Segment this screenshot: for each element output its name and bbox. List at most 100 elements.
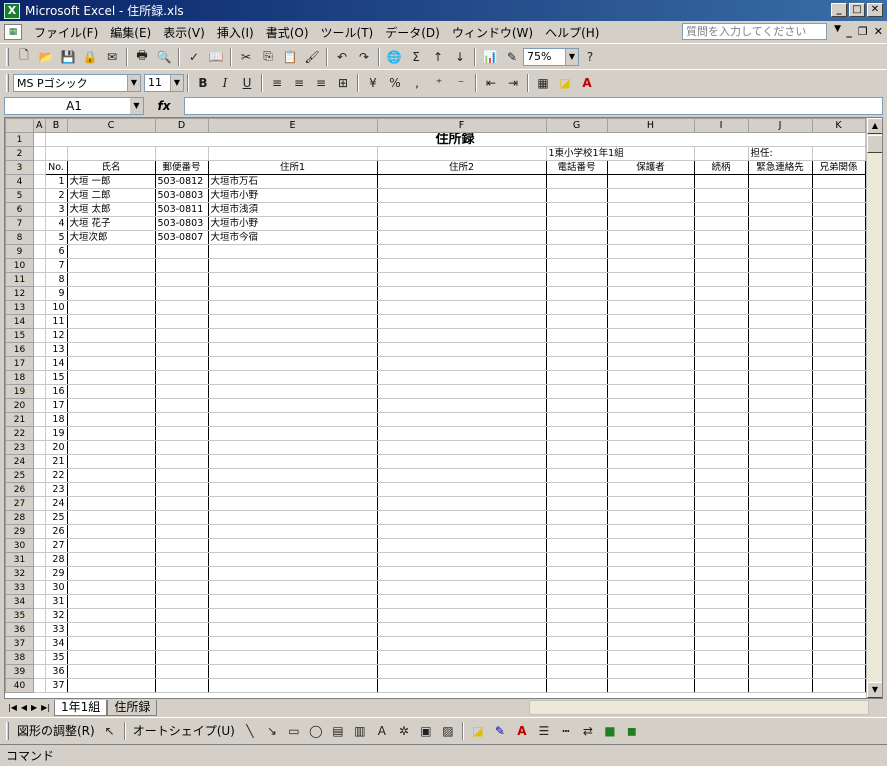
cell[interactable]	[811, 370, 866, 385]
row-number[interactable]: 9	[44, 286, 68, 301]
scroll-up-icon[interactable]: ▲	[867, 118, 882, 134]
cell[interactable]	[66, 328, 156, 343]
cell[interactable]	[606, 300, 695, 315]
address-1[interactable]: 大垣市万石	[207, 174, 378, 189]
cell[interactable]	[154, 468, 209, 483]
menu-data[interactable]: データ(D)	[379, 24, 446, 41]
cell[interactable]	[693, 174, 749, 189]
cell[interactable]	[545, 174, 608, 189]
cell[interactable]	[606, 524, 695, 539]
cell[interactable]	[545, 510, 608, 525]
close-button[interactable]: ✕	[867, 3, 883, 17]
row-number[interactable]: 20	[44, 440, 68, 455]
autosum-icon[interactable]: Σ	[405, 47, 427, 67]
cell[interactable]	[376, 384, 547, 399]
italic-icon[interactable]: I	[214, 73, 236, 93]
cell[interactable]	[376, 412, 547, 427]
cell[interactable]	[154, 650, 209, 665]
prev-sheet-icon[interactable]: ◀	[21, 703, 27, 712]
cell[interactable]	[606, 412, 695, 427]
menu-edit[interactable]: 編集(E)	[104, 24, 157, 41]
row-number[interactable]: 36	[44, 664, 68, 679]
cell[interactable]	[376, 244, 547, 259]
cell[interactable]	[545, 314, 608, 329]
cell[interactable]	[747, 202, 813, 217]
cut-icon[interactable]: ✂	[235, 47, 257, 67]
comma-icon[interactable]: ,	[406, 73, 428, 93]
cell[interactable]	[207, 300, 378, 315]
cell[interactable]	[747, 328, 813, 343]
cell[interactable]	[154, 636, 209, 651]
cell[interactable]	[154, 314, 209, 329]
cell[interactable]	[33, 622, 46, 637]
row-number[interactable]: 35	[44, 650, 68, 665]
align-left-icon[interactable]: ≡	[266, 73, 288, 93]
cell[interactable]	[693, 510, 749, 525]
postal-code[interactable]: 503-0803	[154, 216, 209, 231]
cell[interactable]	[811, 328, 866, 343]
cell[interactable]	[33, 272, 46, 287]
menu-window[interactable]: ウィンドウ(W)	[446, 24, 539, 41]
cell[interactable]	[811, 510, 866, 525]
cell[interactable]	[376, 146, 547, 161]
cell[interactable]	[606, 636, 695, 651]
chart-wizard-icon[interactable]: 📊	[479, 47, 501, 67]
cell[interactable]	[66, 398, 156, 413]
cell[interactable]	[811, 594, 866, 609]
row-header[interactable]: 37	[5, 636, 34, 651]
cell[interactable]	[747, 398, 813, 413]
cell[interactable]	[693, 384, 749, 399]
tab-sheet-2[interactable]: 住所録	[107, 699, 158, 716]
cell[interactable]	[154, 566, 209, 581]
new-file-icon[interactable]: 🗋	[13, 47, 35, 67]
select-all-corner[interactable]	[5, 118, 34, 133]
scroll-down-icon[interactable]: ▼	[867, 682, 882, 698]
cell[interactable]	[545, 622, 608, 637]
row-header[interactable]: 22	[5, 426, 34, 441]
postal-code[interactable]: 503-0803	[154, 188, 209, 203]
arrow-style-icon[interactable]: ⇄	[577, 721, 599, 741]
cell[interactable]	[66, 622, 156, 637]
cell[interactable]	[747, 552, 813, 567]
cell[interactable]	[693, 650, 749, 665]
cell[interactable]	[376, 440, 547, 455]
cell[interactable]	[693, 300, 749, 315]
cell[interactable]	[207, 678, 378, 693]
cell[interactable]	[693, 552, 749, 567]
row-header[interactable]: 17	[5, 356, 34, 371]
column-header[interactable]: E	[207, 118, 378, 133]
cell[interactable]	[376, 300, 547, 315]
cell[interactable]	[811, 454, 866, 469]
sheet-title[interactable]: 住所録	[44, 132, 866, 147]
cell[interactable]	[376, 356, 547, 371]
row-header[interactable]: 20	[5, 398, 34, 413]
postal-code[interactable]: 503-0812	[154, 174, 209, 189]
cell[interactable]	[207, 496, 378, 511]
cell[interactable]	[66, 580, 156, 595]
cell[interactable]	[811, 566, 866, 581]
row-header[interactable]: 7	[5, 216, 34, 231]
cell[interactable]	[747, 188, 813, 203]
cell[interactable]	[747, 314, 813, 329]
cell[interactable]	[154, 538, 209, 553]
cell[interactable]	[693, 244, 749, 259]
cell[interactable]	[693, 328, 749, 343]
cell[interactable]	[545, 608, 608, 623]
cell[interactable]	[693, 496, 749, 511]
cell[interactable]	[747, 524, 813, 539]
cell[interactable]	[747, 216, 813, 231]
cell[interactable]	[376, 496, 547, 511]
cell[interactable]	[207, 552, 378, 567]
cell[interactable]	[606, 258, 695, 273]
cell[interactable]	[606, 174, 695, 189]
cell[interactable]	[693, 314, 749, 329]
menu-tools[interactable]: ツール(T)	[315, 24, 380, 41]
cell[interactable]	[811, 272, 866, 287]
cell[interactable]	[606, 272, 695, 287]
cell[interactable]	[376, 328, 547, 343]
cell[interactable]	[376, 272, 547, 287]
arrow-icon[interactable]: ↘	[261, 721, 283, 741]
line-icon[interactable]: ╲	[239, 721, 261, 741]
row-number[interactable]: 6	[44, 244, 68, 259]
cell[interactable]	[154, 664, 209, 679]
